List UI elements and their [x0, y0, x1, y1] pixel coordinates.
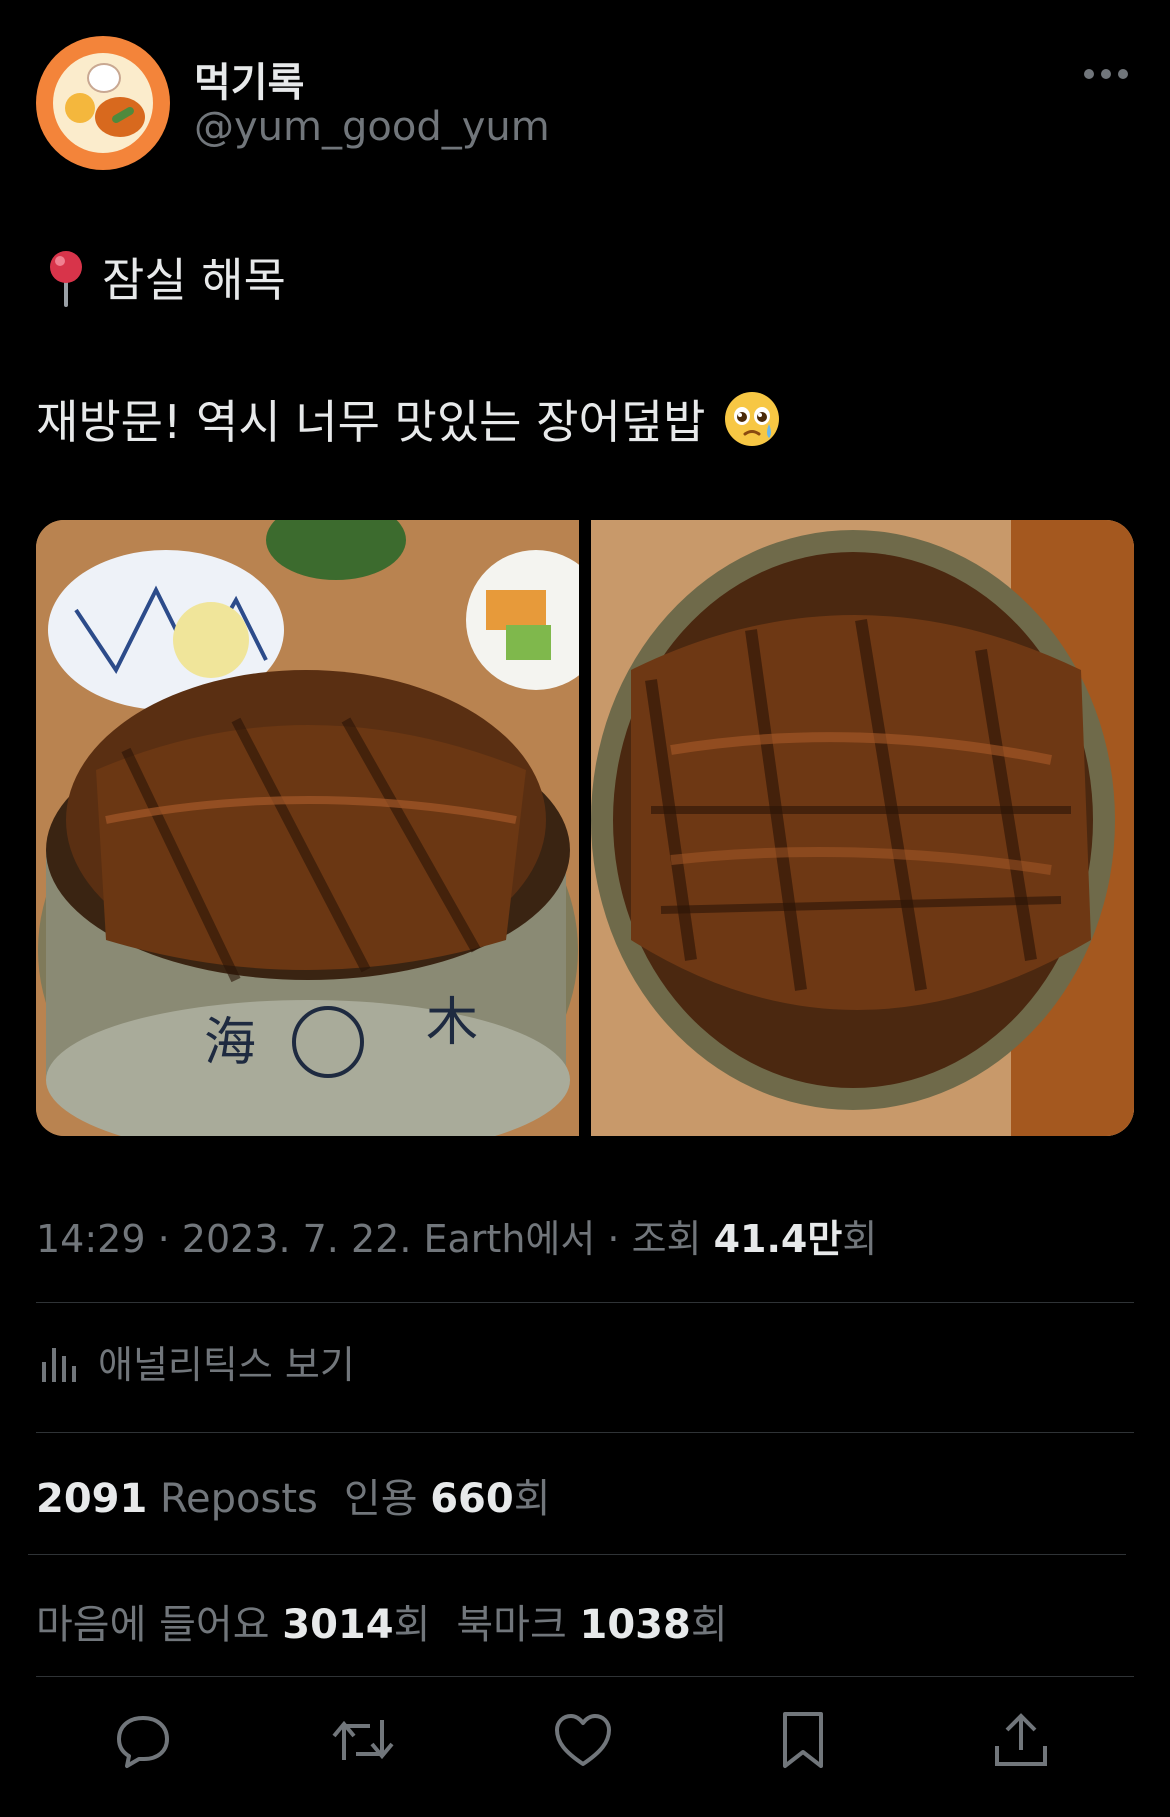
tweet-text-line-1: 잠실 해목	[44, 244, 286, 310]
reply-icon[interactable]	[108, 1705, 178, 1775]
repost-quote-stats: 2091 Reposts 인용 660회	[36, 1466, 551, 1524]
avatar-illustration	[53, 53, 153, 153]
like-icon[interactable]	[548, 1705, 618, 1775]
bowl-character-tree: 木	[426, 993, 478, 1053]
likes-bookmarks-stats: 마음에 들어요 3014회 북마크 1038회	[36, 1592, 728, 1650]
quotes-suffix: 회	[513, 1476, 551, 1522]
avatar[interactable]	[36, 36, 170, 170]
analytics-label: 애널리틱스 보기	[98, 1343, 355, 1387]
tweet-text-line-2: 재방문! 역시 너무 맛있는 장어덮밥	[36, 386, 781, 452]
tweet-source: Earth에서	[423, 1217, 596, 1261]
bookmarks-stat[interactable]: 북마크 1038회	[456, 1602, 727, 1648]
tweet-date: 2023. 7. 22.	[181, 1217, 412, 1261]
likes-stat[interactable]: 마음에 들어요 3014회	[36, 1602, 430, 1648]
quotes-stat[interactable]: 인용 660회	[344, 1476, 551, 1522]
repost-icon[interactable]	[328, 1705, 398, 1775]
divider	[36, 1302, 1134, 1303]
photo-eel-rice-bowl-top-view[interactable]	[591, 520, 1134, 1136]
divider	[36, 1432, 1134, 1433]
pleading-face-emoji-icon	[723, 390, 781, 448]
tweet-meta: 14:29 · 2023. 7. 22. Earth에서 · 조회 41.4만회	[36, 1217, 878, 1261]
bowl-character-sea: 海	[204, 1013, 256, 1073]
bookmarks-suffix: 회	[690, 1602, 728, 1648]
view-analytics-link[interactable]: 애널리틱스 보기	[40, 1334, 355, 1389]
analytics-icon	[42, 1347, 76, 1382]
reposts-count: 2091	[36, 1476, 148, 1522]
pin-icon	[44, 247, 88, 307]
quotes-count: 660	[430, 1476, 514, 1522]
bookmarks-label: 북마크	[456, 1602, 567, 1648]
quotes-label: 인용	[343, 1476, 418, 1522]
views-suffix: 회	[842, 1217, 878, 1261]
author-handle[interactable]: @yum_good_yum	[194, 104, 550, 150]
reposts-label: Reposts	[160, 1476, 318, 1522]
tweet-body-text: 재방문! 역시 너무 맛있는 장어덮밥	[36, 395, 706, 449]
likes-count: 3014	[282, 1602, 394, 1648]
tweet-action-bar	[36, 1705, 1134, 1775]
share-icon[interactable]	[986, 1705, 1056, 1775]
reposts-stat[interactable]: 2091 Reposts	[36, 1476, 318, 1522]
photo-eel-rice-bowl-side-view[interactable]: 海 木	[36, 520, 579, 1136]
likes-label: 마음에 들어요	[36, 1602, 270, 1648]
divider	[28, 1554, 1126, 1555]
media-grid: 海 木	[36, 520, 1134, 1136]
tweet-time: 14:29	[36, 1217, 146, 1261]
tweet-location-text: 잠실 해목	[102, 253, 286, 307]
bookmark-icon[interactable]	[768, 1705, 838, 1775]
views-label: 조회	[631, 1217, 702, 1261]
bookmarks-count: 1038	[579, 1602, 691, 1648]
tweet-detail-screen: 먹기록 @yum_good_yum 잠실 해목 재방문! 역시 너무 맛있는 장…	[0, 0, 1170, 1817]
views-count: 41.4만	[713, 1217, 843, 1261]
more-options-icon[interactable]	[1084, 68, 1128, 80]
likes-suffix: 회	[393, 1602, 431, 1648]
author-display-name[interactable]: 먹기록	[194, 50, 304, 108]
divider	[36, 1676, 1134, 1677]
